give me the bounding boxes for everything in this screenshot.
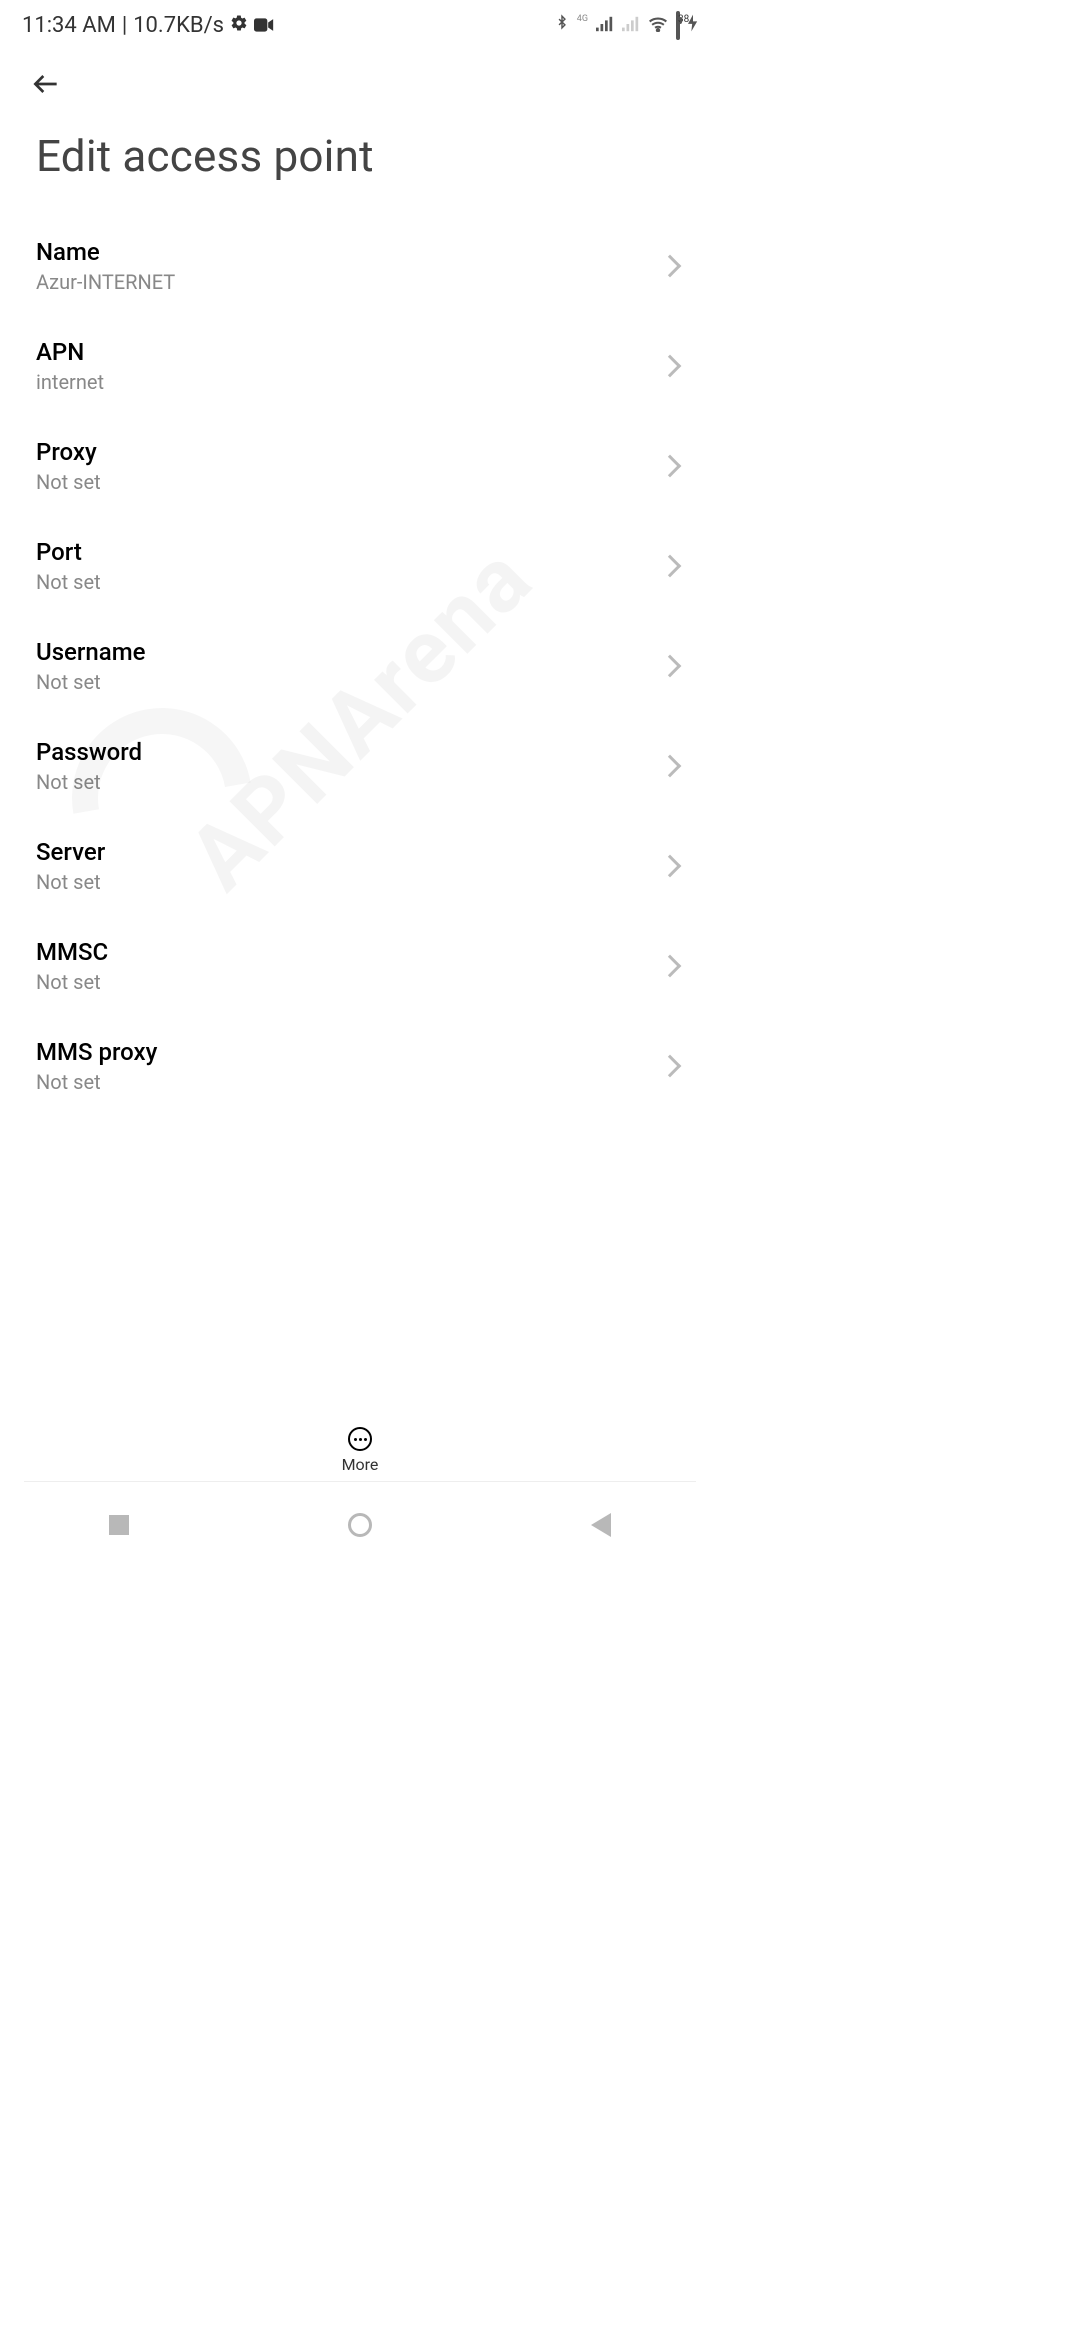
back-arrow-icon[interactable] bbox=[30, 85, 62, 104]
setting-label: APN bbox=[36, 338, 104, 366]
chevron-right-icon bbox=[659, 255, 682, 278]
chevron-right-icon bbox=[659, 755, 682, 778]
signal-bars-1-icon bbox=[596, 13, 614, 38]
wifi-icon bbox=[648, 13, 668, 38]
setting-label: Proxy bbox=[36, 438, 101, 466]
chevron-right-icon bbox=[659, 555, 682, 578]
setting-value: Not set bbox=[36, 470, 101, 494]
charging-icon bbox=[688, 13, 698, 38]
chevron-right-icon bbox=[659, 455, 682, 478]
more-dots-icon bbox=[348, 1427, 372, 1451]
more-button[interactable]: More bbox=[0, 1419, 720, 1474]
more-label: More bbox=[342, 1455, 379, 1474]
setting-value: Not set bbox=[36, 970, 108, 994]
setting-label: Password bbox=[36, 738, 142, 766]
gear-icon bbox=[230, 13, 248, 38]
setting-value: Not set bbox=[36, 570, 101, 594]
nav-recent-icon[interactable] bbox=[109, 1515, 129, 1535]
setting-row-server[interactable]: Server Not set bbox=[0, 816, 720, 916]
setting-row-password[interactable]: Password Not set bbox=[0, 716, 720, 816]
setting-value: Azur-INTERNET bbox=[36, 270, 175, 294]
page-title: Edit access point bbox=[0, 120, 720, 216]
setting-row-username[interactable]: Username Not set bbox=[0, 616, 720, 716]
system-nav-bar bbox=[0, 1490, 720, 1560]
setting-value: internet bbox=[36, 370, 104, 394]
chevron-right-icon bbox=[659, 955, 682, 978]
setting-label: Port bbox=[36, 538, 101, 566]
setting-label: Username bbox=[36, 638, 145, 666]
chevron-right-icon bbox=[659, 355, 682, 378]
header-row bbox=[0, 50, 720, 120]
bottom-divider bbox=[24, 1481, 696, 1482]
status-time: 11:34 AM bbox=[22, 13, 116, 38]
setting-row-mms-proxy[interactable]: MMS proxy Not set bbox=[0, 1016, 720, 1116]
setting-value: Not set bbox=[36, 770, 142, 794]
setting-label: Server bbox=[36, 838, 105, 866]
setting-row-name[interactable]: Name Azur-INTERNET bbox=[0, 216, 720, 316]
setting-label: Name bbox=[36, 238, 175, 266]
nav-back-icon[interactable] bbox=[591, 1513, 611, 1537]
setting-value: Not set bbox=[36, 670, 145, 694]
battery-icon: 38 bbox=[676, 13, 680, 38]
status-left: 11:34 AM | 10.7KB/s bbox=[22, 13, 274, 38]
status-bar: 11:34 AM | 10.7KB/s 4G 38 bbox=[0, 0, 720, 50]
status-net-speed: 10.7KB/s bbox=[133, 13, 224, 38]
setting-row-mmsc[interactable]: MMSC Not set bbox=[0, 916, 720, 1016]
chevron-right-icon bbox=[659, 1055, 682, 1078]
nav-home-icon[interactable] bbox=[348, 1513, 372, 1537]
status-right: 4G 38 bbox=[555, 12, 698, 38]
signal-4g-icon: 4G bbox=[577, 14, 588, 24]
signal-bars-2-icon bbox=[622, 13, 640, 38]
setting-value: Not set bbox=[36, 870, 105, 894]
setting-label: MMS proxy bbox=[36, 1038, 157, 1066]
setting-value: Not set bbox=[36, 1070, 157, 1094]
setting-row-proxy[interactable]: Proxy Not set bbox=[0, 416, 720, 516]
bluetooth-icon bbox=[555, 12, 569, 38]
chevron-right-icon bbox=[659, 655, 682, 678]
settings-list: Name Azur-INTERNET APN internet Proxy No… bbox=[0, 216, 720, 1116]
setting-label: MMSC bbox=[36, 938, 108, 966]
status-sep: | bbox=[122, 13, 127, 38]
setting-row-port[interactable]: Port Not set bbox=[0, 516, 720, 616]
video-icon bbox=[254, 13, 274, 38]
chevron-right-icon bbox=[659, 855, 682, 878]
setting-row-apn[interactable]: APN internet bbox=[0, 316, 720, 416]
